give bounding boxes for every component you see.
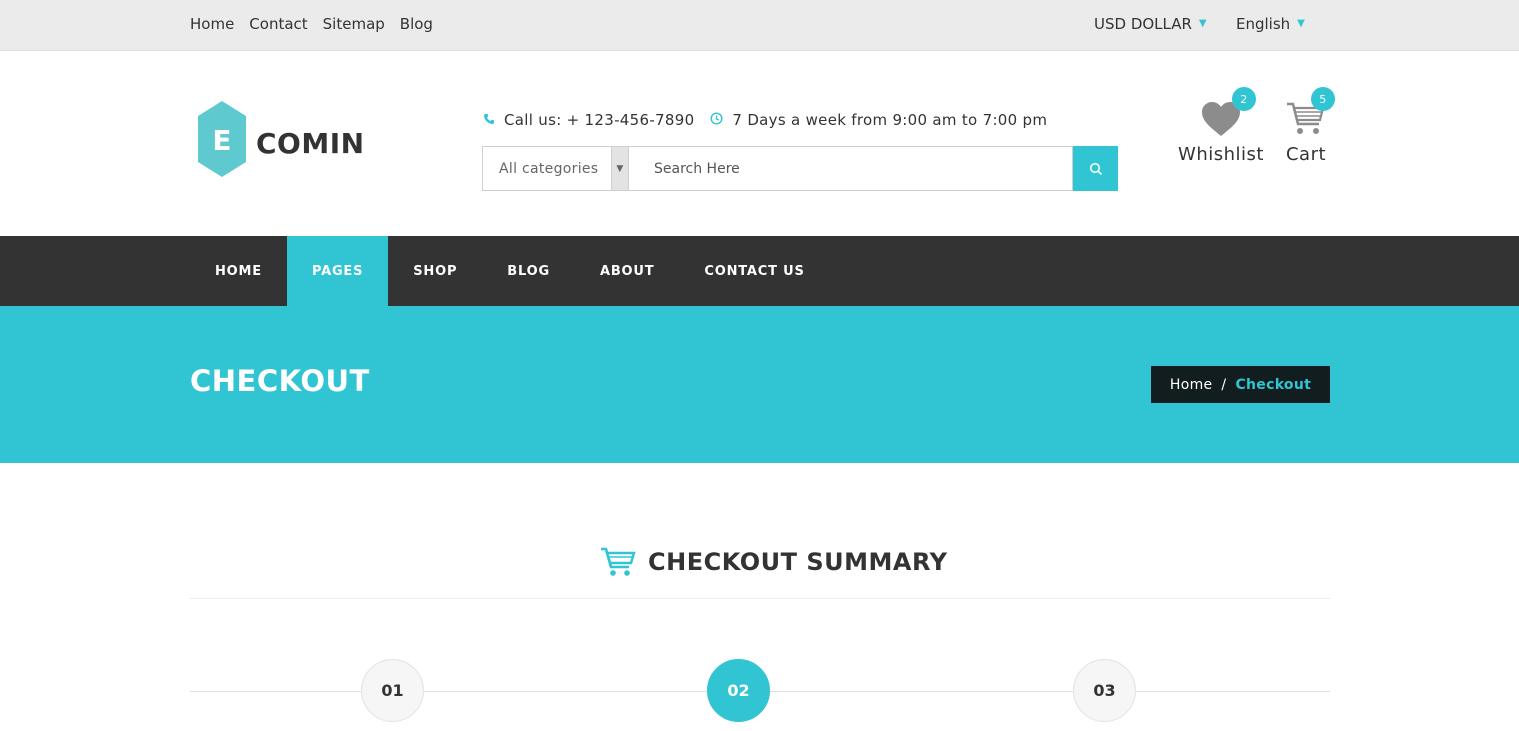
cart-link[interactable]: Cart 5: [1281, 87, 1335, 165]
logo-text: COMIN: [256, 127, 365, 160]
step-01[interactable]: 01: [361, 659, 424, 722]
top-link-sitemap[interactable]: Sitemap: [323, 15, 385, 33]
language-label: English: [1236, 15, 1291, 33]
site-logo[interactable]: E COMIN: [194, 99, 364, 181]
top-links: Home Contact Sitemap Blog: [190, 15, 433, 33]
step-02[interactable]: 02: [707, 659, 770, 722]
search-button[interactable]: [1073, 146, 1118, 191]
logo-letter: E: [212, 124, 231, 157]
divider: [190, 598, 1330, 599]
top-link-contact[interactable]: Contact: [249, 15, 307, 33]
search-input[interactable]: [629, 146, 1073, 191]
language-dropdown[interactable]: English ▼: [1236, 15, 1305, 33]
breadcrumb: Home / Checkout: [1151, 366, 1330, 403]
cart-count-badge: 5: [1311, 87, 1335, 111]
phone-text: Call us: + 123-456-7890: [504, 111, 695, 129]
search-icon: [1089, 162, 1102, 175]
summary-title: CHECKOUT SUMMARY: [648, 548, 948, 576]
main-nav: HOME PAGES SHOP BLOG ABOUT CONTACT US: [0, 236, 1519, 306]
top-link-blog[interactable]: Blog: [400, 15, 433, 33]
summary-heading: CHECKOUT SUMMARY: [600, 546, 948, 578]
hours-text: 7 Days a week from 9:00 am to 7:00 pm: [732, 111, 1048, 129]
category-value: All categories: [499, 160, 599, 177]
currency-dropdown[interactable]: USD DOLLAR ▼: [1094, 15, 1207, 33]
currency-label: USD DOLLAR: [1094, 15, 1192, 33]
chevron-down-icon: ▼: [611, 147, 628, 190]
nav-item-blog[interactable]: BLOG: [482, 236, 575, 306]
phone-icon: [483, 113, 495, 128]
nav-item-about[interactable]: ABOUT: [575, 236, 679, 306]
step-03[interactable]: 03: [1073, 659, 1136, 722]
page-title: CHECKOUT: [190, 364, 370, 398]
breadcrumb-current: Checkout: [1235, 376, 1312, 393]
wishlist-label: Whishlist: [1178, 144, 1264, 165]
chevron-down-icon: ▼: [1198, 17, 1207, 29]
cart-icon: [601, 547, 636, 576]
nav-item-pages[interactable]: PAGES: [286, 236, 389, 306]
clock-icon: [710, 112, 723, 128]
breadcrumb-separator: /: [1221, 376, 1227, 393]
category-select[interactable]: All categories ▼: [482, 146, 629, 191]
logo-hexagon-icon: E: [198, 101, 246, 177]
top-bar: Home Contact Sitemap Blog USD DOLLAR ▼ E…: [0, 0, 1519, 51]
nav-item-shop[interactable]: SHOP: [388, 236, 482, 306]
nav-item-contact-us[interactable]: CONTACT US: [679, 236, 829, 306]
cart-label: Cart: [1285, 144, 1327, 165]
breadcrumb-home[interactable]: Home: [1170, 377, 1213, 393]
search-bar: All categories ▼: [482, 146, 1135, 191]
top-link-home[interactable]: Home: [190, 15, 234, 33]
wishlist-count-badge: 2: [1232, 87, 1256, 111]
chevron-down-icon: ▼: [1297, 17, 1305, 29]
nav-item-home[interactable]: HOME: [190, 236, 287, 306]
wishlist-link[interactable]: Whishlist 2: [1175, 87, 1267, 165]
contact-info: Call us: + 123-456-7890 7 Days a week fr…: [483, 111, 1047, 129]
page-banner: CHECKOUT Home / Checkout: [0, 306, 1519, 463]
